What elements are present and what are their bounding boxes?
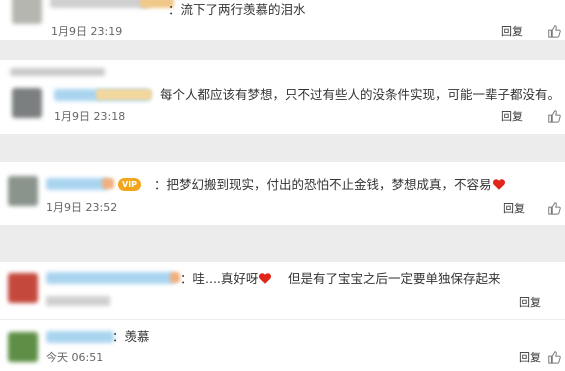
comment-time: 1月9日 23:18 [54, 110, 126, 123]
avatar[interactable] [12, 0, 42, 24]
reply-button[interactable]: 回复 [519, 296, 541, 310]
avatar[interactable] [8, 176, 38, 206]
reply-button[interactable]: 回复 [501, 110, 523, 124]
vip-badge: VIP [118, 178, 142, 191]
reply-button[interactable]: 回复 [503, 202, 525, 216]
comment-text-body: ：哇....真好呀 [180, 271, 259, 286]
comment-text: ：把梦幻搬到现实，付出的恐怕不止金钱，梦想成真，不容易 [154, 177, 506, 193]
username[interactable] [46, 272, 174, 284]
comment-item: ：哇....真好呀 但是有了宝宝之后一定要单独保存起来 回复 [0, 262, 565, 319]
username[interactable] [50, 0, 150, 8]
comment-time: 1月9日 23:52 [46, 201, 118, 214]
blurred-text [10, 68, 105, 76]
comment-time: 1月9日 23:19 [51, 25, 123, 38]
avatar[interactable] [8, 332, 38, 362]
thumbs-up-icon[interactable] [547, 350, 561, 364]
comment-text: ：羡慕 [112, 329, 150, 344]
avatar[interactable] [8, 273, 38, 303]
username[interactable] [46, 331, 114, 343]
comment-text: ：流下了两行羡慕的泪水 [168, 2, 306, 17]
user-badge [170, 272, 180, 283]
comment-item: ：羡慕 今天 06:51 回复 [0, 320, 565, 371]
heart-icon [492, 179, 505, 190]
comment-text: ：哇....真好呀 [180, 271, 272, 287]
comment-item: 每个人都应该有梦想，只不过有些人的没条件实现，可能一辈子都没有。 1月9日 23… [0, 60, 565, 134]
user-badge [102, 178, 114, 189]
comment-text-body: ：把梦幻搬到现实，付出的恐怕不止金钱，梦想成真，不容易 [154, 177, 492, 192]
avatar[interactable] [12, 88, 42, 118]
comment-time [46, 296, 110, 306]
thumbs-up-icon[interactable] [547, 109, 561, 123]
comment-text: 每个人都应该有梦想，只不过有些人的没条件实现，可能一辈子都没有。 [160, 87, 561, 102]
heart-icon [259, 273, 272, 284]
user-badge [96, 89, 152, 100]
comment-time: 今天 06:51 [46, 351, 104, 364]
username[interactable] [46, 178, 108, 190]
thumbs-up-icon[interactable] [547, 24, 561, 38]
reply-button[interactable]: 回复 [501, 25, 523, 39]
reply-button[interactable]: 回复 [519, 351, 541, 365]
thumbs-up-icon[interactable] [547, 201, 561, 215]
comment-text-continued: 但是有了宝宝之后一定要单独保存起来 [288, 271, 501, 286]
comment-item: ：流下了两行羡慕的泪水 1月9日 23:19 回复 [0, 0, 565, 40]
comment-item: VIP ：把梦幻搬到现实，付出的恐怕不止金钱，梦想成真，不容易 1月9日 23:… [0, 162, 565, 225]
